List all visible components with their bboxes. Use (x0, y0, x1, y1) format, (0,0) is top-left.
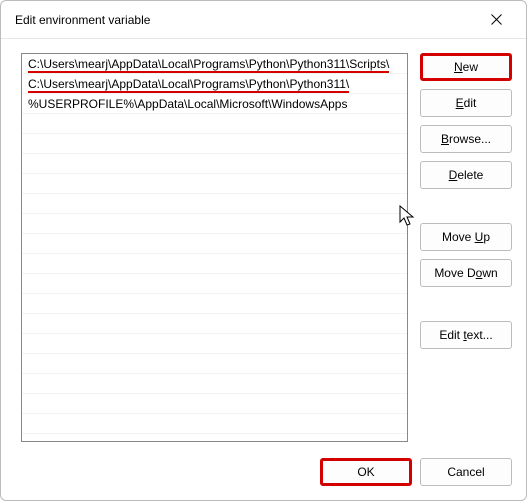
close-button[interactable] (474, 4, 518, 36)
client-area: C:\Users\mearj\AppData\Local\Programs\Py… (1, 39, 526, 500)
close-icon (491, 14, 502, 25)
button-label: OK (357, 465, 374, 479)
main-area: C:\Users\mearj\AppData\Local\Programs\Py… (21, 53, 408, 442)
list-item-text: %USERPROFILE%\AppData\Local\Microsoft\Wi… (28, 97, 347, 111)
button-label: Cancel (447, 465, 484, 479)
button-label: Delete (449, 168, 484, 182)
edit-text-button[interactable]: Edit text... (420, 321, 512, 349)
new-button[interactable]: New (420, 53, 512, 81)
edit-button[interactable]: Edit (420, 89, 512, 117)
button-label: Browse... (441, 132, 491, 146)
button-label: Edit (456, 96, 477, 110)
list-item-text: C:\Users\mearj\AppData\Local\Programs\Py… (28, 77, 349, 93)
delete-button[interactable]: Delete (420, 161, 512, 189)
ok-button[interactable]: OK (320, 458, 412, 486)
path-listbox[interactable]: C:\Users\mearj\AppData\Local\Programs\Py… (21, 53, 408, 442)
bottom-button-row: OK Cancel (320, 458, 512, 486)
button-label: Move Down (434, 266, 497, 280)
list-item-text: C:\Users\mearj\AppData\Local\Programs\Py… (28, 57, 389, 73)
title-bar: Edit environment variable (1, 1, 526, 39)
button-label: Edit text... (439, 328, 492, 342)
list-item[interactable]: %USERPROFILE%\AppData\Local\Microsoft\Wi… (22, 94, 407, 114)
side-button-column: New Edit Browse... Delete Move Up Move D… (420, 53, 512, 357)
cancel-button[interactable]: Cancel (420, 458, 512, 486)
move-up-button[interactable]: Move Up (420, 223, 512, 251)
dialog-window: Edit environment variable C:\Users\mearj… (0, 0, 527, 501)
button-gap (420, 295, 512, 321)
browse-button[interactable]: Browse... (420, 125, 512, 153)
button-label: Move Up (442, 230, 490, 244)
list-item[interactable]: C:\Users\mearj\AppData\Local\Programs\Py… (22, 54, 407, 74)
button-label: New (454, 60, 478, 74)
list-rows: C:\Users\mearj\AppData\Local\Programs\Py… (22, 54, 407, 114)
list-item[interactable]: C:\Users\mearj\AppData\Local\Programs\Py… (22, 74, 407, 94)
button-gap (420, 197, 512, 223)
move-down-button[interactable]: Move Down (420, 259, 512, 287)
window-title: Edit environment variable (15, 13, 474, 27)
